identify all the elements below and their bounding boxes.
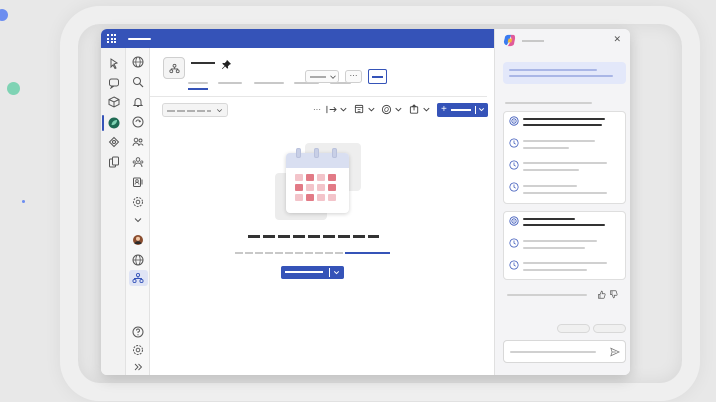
chat-icon[interactable] (108, 77, 120, 89)
info-circle-icon (509, 182, 519, 192)
empty-state-create-button[interactable] (281, 266, 344, 279)
response-card (503, 111, 626, 204)
target-icon (509, 116, 519, 126)
empty-state-title (248, 235, 379, 238)
navigation-rail (126, 48, 150, 375)
tab-1[interactable] (188, 82, 208, 84)
copilot-pane-wrapper: ✕ (494, 29, 630, 375)
suggestion-chip[interactable] (557, 324, 590, 333)
copilot-message-input[interactable] (503, 340, 626, 363)
thumbs-up-icon[interactable] (597, 290, 606, 299)
copilot-logo-icon (503, 34, 516, 47)
app-avatar (163, 57, 185, 79)
response-intro (505, 102, 592, 104)
copilot-title-placeholder (522, 40, 544, 42)
view-select[interactable] (305, 70, 339, 83)
apps-icon[interactable] (108, 136, 120, 148)
filter-select[interactable] (162, 103, 228, 117)
pin-icon[interactable] (221, 57, 232, 70)
response-card (503, 211, 626, 280)
app-rail (101, 48, 126, 375)
active-indicator (102, 115, 104, 131)
response-footer (507, 294, 587, 296)
more-options-button[interactable]: ··· (345, 70, 362, 83)
decor-dot (22, 200, 25, 203)
toolbar-sync-button[interactable] (381, 104, 403, 116)
suggestion-chip[interactable] (593, 324, 626, 333)
files-icon[interactable] (108, 156, 120, 168)
toolbar-share-button[interactable] (409, 104, 431, 116)
globe-icon[interactable] (132, 56, 144, 68)
settings-icon[interactable] (132, 344, 144, 356)
decor-dot (0, 9, 8, 21)
toolbar-more-button[interactable]: ··· (313, 104, 321, 116)
activity-icon[interactable] (108, 57, 120, 69)
app-name-placeholder (191, 62, 215, 64)
people-icon[interactable] (132, 136, 144, 148)
chevron-down-icon[interactable] (132, 214, 144, 226)
app-leaf-icon[interactable] (108, 117, 120, 129)
search-icon[interactable] (132, 76, 144, 88)
calendar-illustration (286, 153, 349, 213)
grid-icon[interactable] (107, 34, 116, 43)
help-icon[interactable] (132, 326, 144, 338)
teams-icon[interactable] (108, 96, 120, 108)
app-title-placeholder (128, 38, 151, 40)
copilot-pane: ✕ (494, 29, 630, 375)
empty-state-link[interactable] (345, 252, 390, 254)
avatar-icon[interactable] (132, 234, 144, 246)
hierarchy-icon[interactable] (132, 272, 144, 284)
title-bar (101, 29, 494, 48)
thumbs-down-icon[interactable] (609, 290, 618, 299)
info-circle-icon (509, 138, 519, 148)
toolbar-move-button[interactable] (326, 104, 348, 116)
info-circle-icon (509, 160, 519, 170)
send-icon[interactable] (610, 347, 620, 357)
globe-icon[interactable] (132, 254, 144, 266)
people-group-icon[interactable] (132, 156, 144, 168)
sync-icon[interactable] (132, 116, 144, 128)
toolbar-calendar-button[interactable] (354, 104, 376, 116)
decor-dot (7, 82, 20, 95)
tab-active-indicator (188, 88, 208, 90)
chevron-down-icon[interactable] (332, 268, 341, 277)
header-action-button[interactable] (368, 69, 387, 84)
info-circle-icon (509, 238, 519, 248)
contacts-icon[interactable] (132, 176, 144, 188)
calendar-ring (314, 148, 319, 158)
info-circle-icon (509, 260, 519, 270)
new-item-split-button[interactable]: + (437, 103, 488, 117)
expand-icon[interactable] (132, 361, 144, 373)
tab-2[interactable] (218, 82, 242, 84)
calendar-ring (332, 148, 337, 158)
bell-icon[interactable] (132, 96, 144, 108)
divider (150, 96, 487, 97)
calendar-ring (296, 148, 301, 158)
copilot-prompt-banner (503, 62, 626, 84)
close-icon[interactable]: ✕ (613, 34, 621, 44)
chevron-down-icon[interactable] (477, 105, 486, 114)
target-icon (509, 216, 519, 226)
add-icon: + (441, 104, 447, 115)
tab-3[interactable] (254, 82, 284, 84)
settings-icon[interactable] (132, 196, 144, 208)
